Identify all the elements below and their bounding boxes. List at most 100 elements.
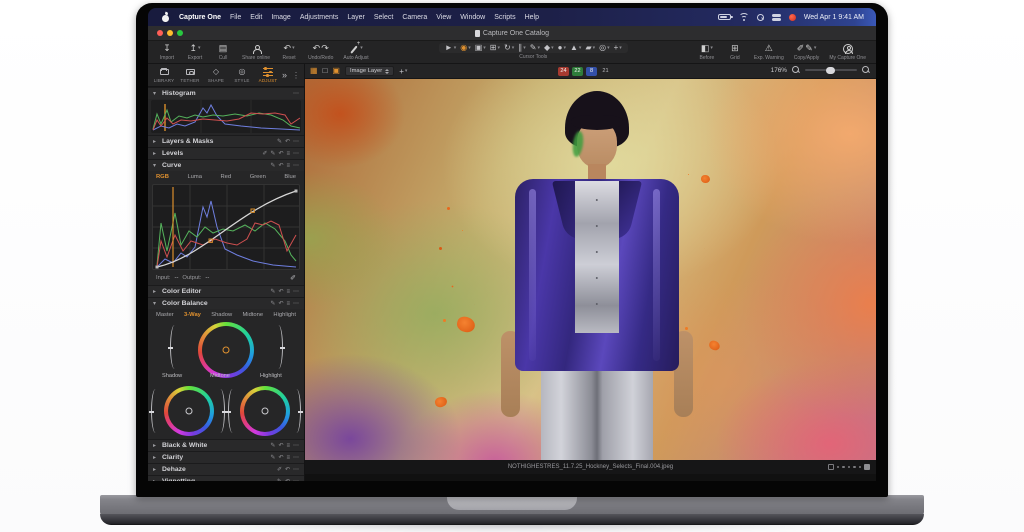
layer-dropdown[interactable]: Image Layer (345, 66, 394, 76)
shadow-luma-slider[interactable] (151, 389, 160, 433)
reset-icon[interactable]: ↶ (285, 139, 290, 145)
more-icon[interactable]: ⋯ (293, 163, 299, 169)
edit-icon[interactable]: ✎ (270, 455, 275, 461)
midtone-luma-slider-left[interactable] (170, 325, 179, 369)
curve-tab-luma[interactable]: Luma (187, 174, 202, 180)
vignetting-header[interactable]: ▸ Vignetting ✎↶⋯ (148, 475, 304, 481)
draw-mask-tool[interactable]: ✎▾ (530, 44, 540, 52)
clarity-header[interactable]: ▸ Clarity ✎↶≡⋯ (148, 451, 304, 463)
curve-picker-icon[interactable]: ✐ (290, 274, 296, 282)
highlight-wheel-slider-left[interactable] (228, 389, 237, 433)
more-icon[interactable]: ⋯ (293, 301, 299, 307)
menu-camera[interactable]: Camera (402, 14, 427, 21)
undo-redo-buttons[interactable]: ↶↷ Undo/Redo (308, 43, 333, 61)
import-button[interactable]: ↧ Import (158, 43, 176, 61)
crop-tool[interactable]: ⊞▾ (490, 44, 500, 52)
more-icon[interactable]: ⋯ (293, 479, 299, 482)
more-tabs-icon[interactable]: ⋮ (292, 71, 300, 80)
multi-view-icon[interactable]: ▦ (310, 67, 318, 75)
export-button[interactable]: ↥▾ Export (186, 43, 204, 61)
preset-menu-icon[interactable]: ≡ (286, 151, 290, 157)
battery-icon[interactable] (718, 14, 731, 20)
more-icon[interactable]: ⋯ (293, 151, 299, 157)
more-icon[interactable]: ⋯ (293, 139, 299, 145)
single-view-icon[interactable]: □ (323, 67, 328, 75)
menu-clock[interactable]: Wed Apr 1 9:41 AM (804, 14, 864, 21)
reset-icon[interactable]: ↶ (278, 151, 283, 157)
edit-icon[interactable]: ✎ (277, 479, 282, 482)
reset-icon[interactable]: ↶ (278, 301, 283, 307)
status-dot-icon[interactable] (789, 14, 796, 21)
menu-view[interactable]: View (436, 14, 451, 21)
compare-icon[interactable] (828, 464, 834, 470)
layers-masks-header[interactable]: ▸ Layers & Masks ✎ ↶ ⋯ (148, 135, 304, 147)
tab-tether[interactable]: TETHER (178, 68, 202, 83)
cb-tab-shadow[interactable]: Shadow (211, 312, 232, 318)
menu-image[interactable]: Image (271, 14, 290, 21)
menu-edit[interactable]: Edit (250, 14, 262, 21)
share-online-button[interactable]: Share online (242, 43, 270, 61)
zoom-level[interactable]: 176% (771, 67, 787, 74)
select-tool[interactable]: ►▾ (445, 44, 456, 52)
reset-icon[interactable]: ↶ (278, 455, 283, 461)
cb-tab-highlight[interactable]: Highlight (273, 312, 296, 318)
curve-tab-blue[interactable]: Blue (284, 174, 296, 180)
edit-icon[interactable]: ✎ (270, 163, 275, 169)
zoom-in-icon[interactable] (862, 66, 870, 74)
black-white-header[interactable]: ▸ Black & White ✎↶≡⋯ (148, 439, 304, 451)
rating-dots[interactable] (837, 466, 861, 468)
control-center-icon[interactable] (772, 13, 781, 21)
reset-icon[interactable]: ↶ (278, 163, 283, 169)
menu-file[interactable]: File (230, 14, 241, 21)
reset-icon[interactable]: ↶ (285, 467, 290, 473)
edit-icon[interactable]: ✎ (270, 443, 275, 449)
add-layer-button[interactable]: +▾ (399, 67, 407, 76)
curve-tab-green[interactable]: Green (250, 174, 266, 180)
midtone-color-wheel[interactable] (198, 322, 254, 378)
dropper-icon[interactable]: ✐ (262, 151, 267, 157)
gradient-mask-tool[interactable]: ▰▾ (585, 44, 595, 52)
midtone-luma-slider-right[interactable] (274, 325, 283, 369)
apple-menu-icon[interactable] (162, 13, 170, 22)
loupe-tool[interactable]: ▣▾ (475, 44, 486, 52)
preset-menu-icon[interactable]: ≡ (286, 163, 290, 169)
more-icon[interactable]: ⋯ (293, 91, 299, 97)
my-capture-one-button[interactable]: My Capture One (829, 43, 866, 61)
pan-tool[interactable]: ◉▾ (460, 44, 471, 52)
more-icon[interactable]: ⋯ (293, 289, 299, 295)
cb-tab-midtone[interactable]: Midtone (242, 312, 263, 318)
menu-help[interactable]: Help (525, 14, 539, 21)
proof-view-icon[interactable]: ▣ (332, 67, 340, 75)
curve-tab-rgb[interactable]: RGB (156, 174, 169, 180)
rotate-tool[interactable]: ↻▾ (504, 44, 514, 52)
grid-button[interactable]: ⊞ Grid (726, 43, 744, 61)
dropper-icon[interactable]: ✐ (277, 467, 282, 473)
shadow-wheel-slider-right[interactable] (216, 389, 225, 433)
radial-mask-tool[interactable]: ◎▾ (599, 44, 610, 52)
copy-apply-button[interactable]: ✐✎▾ Copy/Apply (794, 43, 820, 61)
reset-icon[interactable]: ↶ (278, 443, 283, 449)
menu-layer[interactable]: Layer (347, 14, 365, 21)
zoom-out-icon[interactable] (792, 66, 800, 74)
more-icon[interactable]: ⋯ (293, 455, 299, 461)
reset-button[interactable]: ↶▾ Reset (280, 43, 298, 61)
levels-header[interactable]: ▸ Levels ✐ ✎ ↶ ≡ ⋯ (148, 147, 304, 159)
more-icon[interactable]: ⋯ (293, 443, 299, 449)
tab-library[interactable]: LIBRARY (152, 68, 176, 83)
curve-tab-red[interactable]: Red (221, 174, 232, 180)
dehaze-header[interactable]: ▸ Dehaze ✐↶⋯ (148, 463, 304, 475)
cb-tab-master[interactable]: Master (156, 312, 174, 318)
shadow-color-wheel[interactable] (164, 386, 214, 436)
more-icon[interactable]: ⋯ (293, 467, 299, 473)
tab-shape[interactable]: ◇ SHAPE (204, 68, 228, 83)
highlight-luma-slider[interactable] (292, 389, 301, 433)
edit-icon[interactable]: ✎ (270, 289, 275, 295)
menu-select[interactable]: Select (374, 14, 393, 21)
zoom-slider[interactable] (805, 69, 857, 71)
exposure-warning-button[interactable]: ⚠ Exp. Warning (754, 43, 784, 61)
preset-menu-icon[interactable]: ≡ (286, 301, 290, 307)
auto-adjust-button[interactable]: ▾ Auto Adjust (343, 43, 368, 61)
expand-tabs-icon[interactable]: » (282, 70, 287, 80)
keystone-tool[interactable]: ∥▾ (518, 44, 526, 52)
curve-graph[interactable] (152, 184, 300, 270)
